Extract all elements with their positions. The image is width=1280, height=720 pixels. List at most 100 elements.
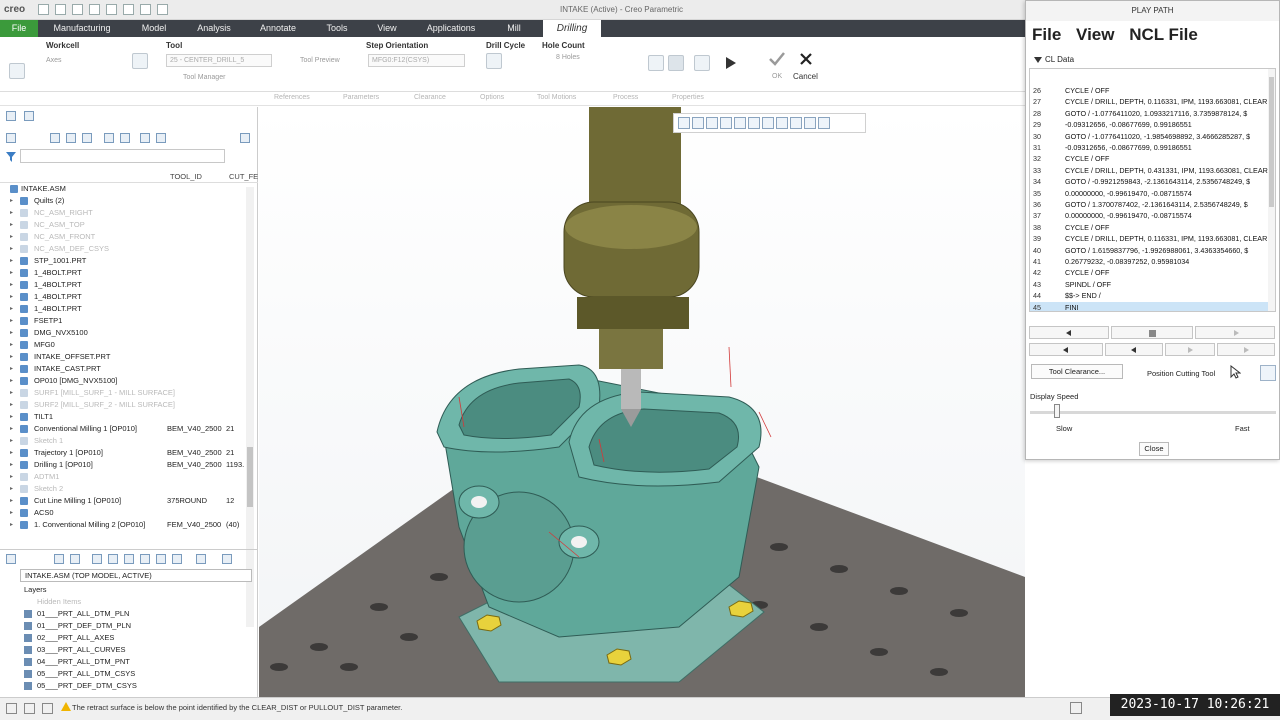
- expand-arrow-icon[interactable]: ▸: [10, 315, 13, 327]
- layer-table-icon[interactable]: [70, 554, 80, 564]
- zoom-in-icon[interactable]: [692, 117, 704, 129]
- tree-row[interactable]: ▸ MFG0: [0, 339, 250, 351]
- layer-new-icon[interactable]: [92, 554, 102, 564]
- tree-row[interactable]: ▸ 1_4BOLT.PRT: [0, 279, 250, 291]
- cl-line[interactable]: 38 CYCLE / OFF: [1030, 222, 1270, 233]
- display-speed-slider[interactable]: [1030, 411, 1276, 414]
- menu-file[interactable]: File: [1032, 25, 1061, 44]
- expand-arrow-icon[interactable]: ▸: [10, 279, 13, 291]
- fullscreen-icon[interactable]: [42, 703, 53, 714]
- view-manager-icon[interactable]: [762, 117, 774, 129]
- graphics-viewport[interactable]: [259, 107, 1025, 697]
- menu-view[interactable]: View: [1076, 25, 1114, 44]
- tree-row[interactable]: ▸ FSETP1: [0, 315, 250, 327]
- drill-cycle-icon[interactable]: [486, 53, 502, 69]
- layer-filter-icon[interactable]: [196, 554, 206, 564]
- expand-arrow-icon[interactable]: ▸: [10, 363, 13, 375]
- workcell-value[interactable]: Axes: [46, 57, 62, 64]
- rewind-to-start-button[interactable]: [1029, 343, 1103, 356]
- expand-arrow-icon[interactable]: ▸: [10, 303, 13, 315]
- expand-arrow-icon[interactable]: ▸: [10, 471, 13, 483]
- cl-scrollbar[interactable]: [1268, 69, 1275, 311]
- cl-line[interactable]: 33 CYCLE / DRILL, DEPTH, 0.431331, IPM, 1…: [1030, 165, 1270, 176]
- tool-preview-button[interactable]: Tool Preview: [300, 57, 340, 64]
- layer-save-icon[interactable]: [172, 554, 182, 564]
- layer-show-icon[interactable]: [140, 554, 150, 564]
- expand-arrow-icon[interactable]: ▸: [10, 483, 13, 495]
- layer-list-icon[interactable]: [54, 554, 64, 564]
- tool-clearance-button[interactable]: Tool Clearance...: [1031, 364, 1123, 379]
- play-icon[interactable]: [725, 56, 737, 70]
- tree-row[interactable]: ▸ ADTM1: [0, 471, 250, 483]
- ok-check-icon[interactable]: [768, 51, 786, 67]
- smart-filter-icon[interactable]: [1070, 702, 1082, 714]
- cancel-button[interactable]: Cancel: [793, 72, 818, 81]
- cl-line[interactable]: 28 GOTO / -1.0776411020, 1.0933217116, 3.…: [1030, 108, 1270, 119]
- tree-row[interactable]: ▸ SURF2 [MILL_SURF_2 - MILL SURFACE]: [0, 399, 250, 411]
- expand-arrow-icon[interactable]: ▸: [10, 207, 13, 219]
- verify-icon[interactable]: [694, 55, 710, 71]
- browser-toggle-icon[interactable]: [24, 703, 35, 714]
- machining-scene[interactable]: [259, 107, 1025, 697]
- forward-to-end-button[interactable]: [1217, 343, 1275, 356]
- tree-row[interactable]: ▸ Sketch 1: [0, 435, 250, 447]
- layer-isolate-icon[interactable]: [156, 554, 166, 564]
- expand-arrow-icon[interactable]: ▸: [10, 411, 13, 423]
- tab-file[interactable]: File: [0, 20, 38, 37]
- tree-row[interactable]: ▸ Trajectory 1 [OP010] BEM_V40_2500 21: [0, 447, 250, 459]
- subtab-tool-motions[interactable]: Tool Motions: [537, 94, 576, 101]
- layer-row[interactable]: 05___PRT_ALL_DTM_CSYS: [0, 668, 250, 680]
- expand-icon[interactable]: [156, 133, 166, 143]
- datum-display-icon[interactable]: [790, 117, 802, 129]
- cl-line[interactable]: 32 CYCLE / OFF: [1030, 153, 1270, 164]
- cl-data-list[interactable]: 26 CYCLE / OFF 27 CYCLE / DRILL, DEPTH, 0.1…: [1029, 68, 1276, 312]
- repaint-icon[interactable]: [720, 117, 732, 129]
- expand-arrow-icon[interactable]: ▸: [10, 231, 13, 243]
- play-backward-button[interactable]: [1029, 326, 1109, 339]
- annotation-display-icon[interactable]: [804, 117, 816, 129]
- layer-row[interactable]: 02___PRT_ALL_AXES: [0, 632, 250, 644]
- cl-line[interactable]: 42 CYCLE / OFF: [1030, 267, 1270, 278]
- cl-line[interactable]: 31 -0.09312656, -0.08677699, 0.99186551: [1030, 142, 1270, 153]
- subtab-options[interactable]: Options: [480, 94, 504, 101]
- show-icon[interactable]: [140, 133, 150, 143]
- close-button[interactable]: Close: [1139, 442, 1169, 456]
- tool-select[interactable]: 25 - CENTER_DRILL_5: [166, 54, 272, 67]
- cl-scroll-thumb[interactable]: [1269, 77, 1274, 207]
- expand-arrow-icon[interactable]: ▸: [10, 435, 13, 447]
- tab-analysis[interactable]: Analysis: [188, 20, 240, 37]
- save-icon[interactable]: [72, 4, 83, 15]
- cl-line[interactable]: 26 CYCLE / OFF: [1030, 85, 1270, 96]
- layer-props-icon[interactable]: [222, 554, 232, 564]
- expand-arrow-icon[interactable]: ▸: [10, 375, 13, 387]
- subtab-process[interactable]: Process: [613, 94, 638, 101]
- tab-model[interactable]: Model: [130, 20, 178, 37]
- graph-view-icon[interactable]: [1260, 365, 1276, 381]
- tree-row[interactable]: ▸ NC_ASM_TOP: [0, 219, 250, 231]
- expand-arrow-icon[interactable]: ▸: [10, 267, 13, 279]
- layer-row[interactable]: 04___PRT_ALL_DTM_PNT: [0, 656, 250, 668]
- collapse-arrow-icon[interactable]: [1034, 57, 1042, 63]
- subtab-clearance[interactable]: Clearance: [414, 94, 446, 101]
- pause-icon[interactable]: [648, 55, 664, 71]
- subtab-references[interactable]: References: [274, 94, 310, 101]
- expand-arrow-icon[interactable]: ▸: [10, 519, 13, 531]
- expand-arrow-icon[interactable]: ▸: [10, 243, 13, 255]
- ok-button[interactable]: OK: [772, 73, 782, 80]
- regenerate-icon[interactable]: [123, 4, 134, 15]
- expand-arrow-icon[interactable]: ▸: [10, 399, 13, 411]
- tree-row[interactable]: ▸ NC_ASM_FRONT: [0, 231, 250, 243]
- expand-arrow-icon[interactable]: ▸: [10, 495, 13, 507]
- expand-arrow-icon[interactable]: ▸: [10, 459, 13, 471]
- expand-arrow-icon[interactable]: ▸: [10, 351, 13, 363]
- display-speed-thumb[interactable]: [1054, 404, 1060, 418]
- layer-row[interactable]: Hidden Items: [0, 596, 250, 608]
- cl-line[interactable]: 29 -0.09312656, -0.08677699, 0.99186551: [1030, 119, 1270, 130]
- tool-manager-button[interactable]: Tool Manager: [183, 74, 225, 81]
- tree-row[interactable]: ▸ 1_4BOLT.PRT: [0, 303, 250, 315]
- tree-row[interactable]: ▸ OP010 [DMG_NVX5100]: [0, 375, 250, 387]
- tree-row[interactable]: ▸ Quilts (2): [0, 195, 250, 207]
- drill-axis-icon[interactable]: [9, 63, 25, 79]
- tool-setup-icon[interactable]: [132, 53, 148, 69]
- expand-arrow-icon[interactable]: ▸: [10, 195, 13, 207]
